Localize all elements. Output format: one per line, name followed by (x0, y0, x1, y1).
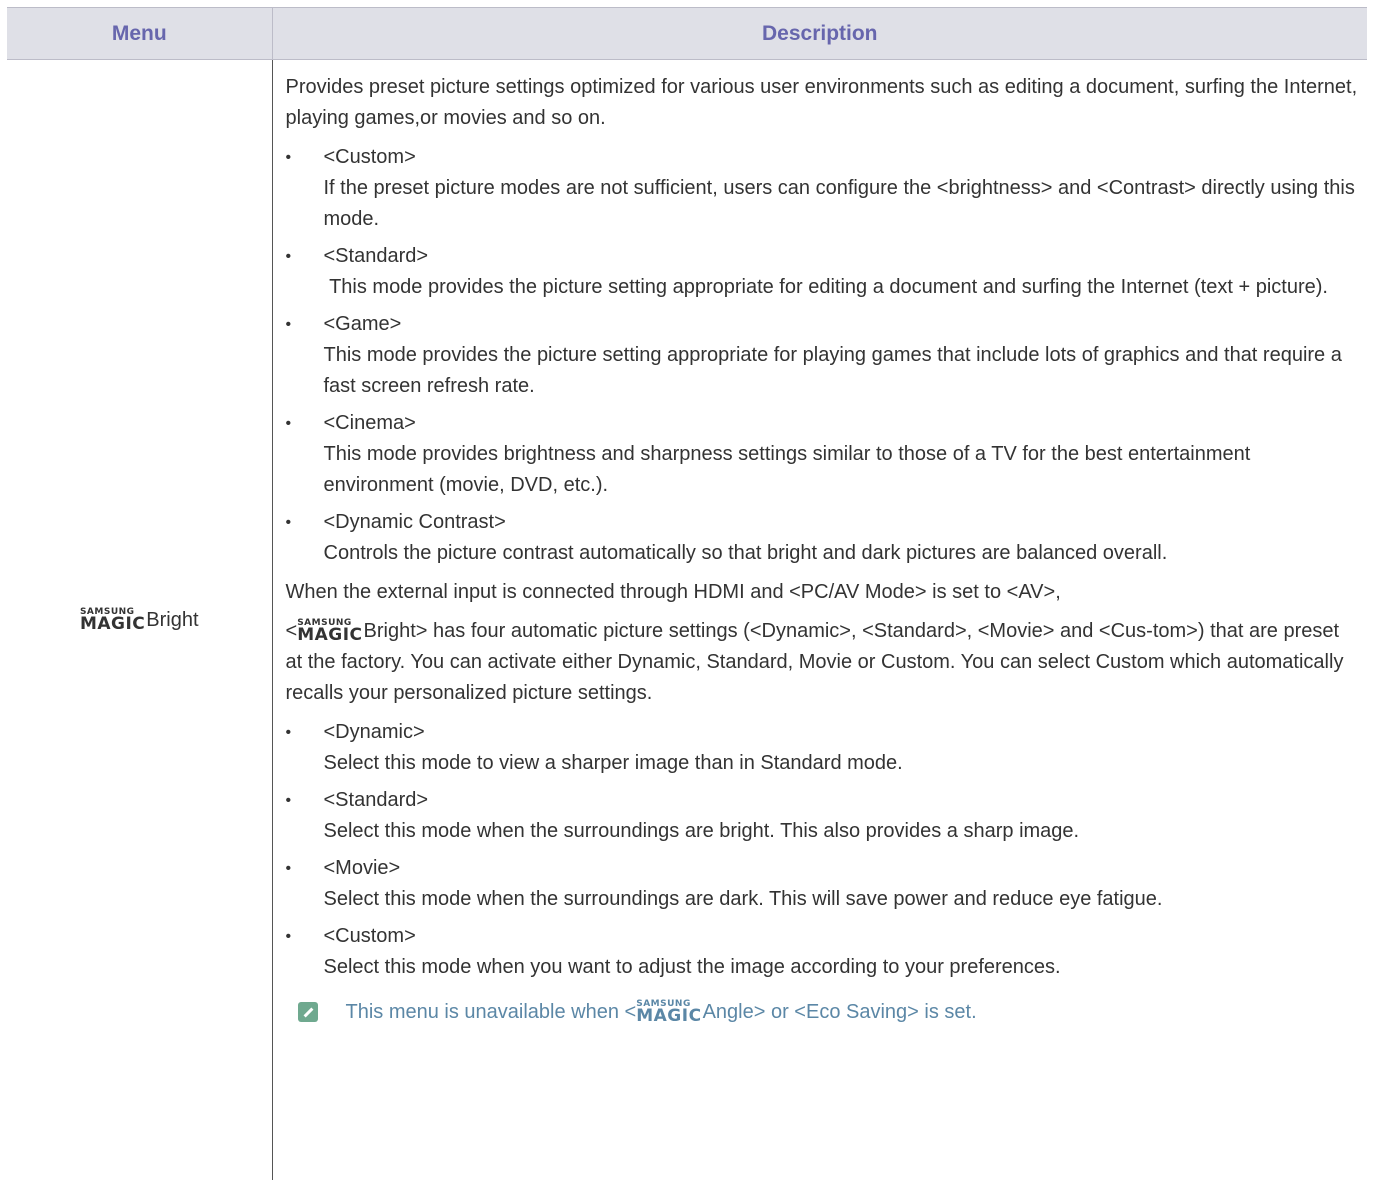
note-paragraph: This menu is unavailable when < SAMSUNG MA… (286, 997, 1362, 1028)
mode-description: Select this mode when the surroundings a… (323, 820, 1080, 842)
mode-description: If the preset picture modes are not suff… (323, 177, 1355, 230)
samsung-magic-logo: SAMSUNG MAGIC (636, 999, 702, 1026)
table-header-row: Menu Description (7, 7, 1367, 60)
intro-paragraph: Provides preset picture settings optimiz… (285, 76, 1358, 129)
bullet-icon: • (285, 792, 292, 809)
bullet-icon: • (285, 514, 292, 531)
list-item: • <Movie> Select this mode when the surr… (286, 853, 1362, 915)
list-item: • <Standard> This mode provides the pict… (286, 241, 1362, 303)
menu-column-header: Menu (7, 7, 273, 60)
manual-page: Menu Description SAMSUNG MAGIC Bright Pr… (0, 0, 1374, 1187)
mode-title: <Dynamic Contrast> (323, 511, 506, 533)
menu-cell: SAMSUNG MAGIC Bright (7, 59, 273, 1180)
list-item: • <Custom> If the preset picture modes a… (286, 142, 1362, 235)
hdmi-paragraph: When the external input is connected thr… (285, 581, 1061, 603)
list-item: • <Cinema> This mode provides brightness… (286, 408, 1362, 501)
bullet-icon: • (285, 724, 292, 741)
mode-description: Controls the picture contrast automatica… (323, 542, 1168, 564)
list-item: • <Standard> Select this mode when the s… (286, 785, 1362, 847)
bullet-icon: • (285, 860, 292, 877)
av-paragraph: < SAMSUNG MAGIC Bright> has four automatic … (285, 618, 1344, 705)
bullet-icon: • (285, 149, 292, 166)
mode-list: • <Custom> If the preset picture modes a… (286, 142, 1362, 569)
list-item: • <Dynamic Contrast> Controls the pictur… (286, 507, 1362, 569)
mode-description: Select this mode to view a sharper image… (323, 752, 903, 774)
menu-name: Bright (146, 608, 199, 631)
bullet-icon: • (285, 248, 292, 265)
mode-title: <Dynamic> (323, 721, 425, 743)
bullet-icon: • (285, 928, 292, 945)
mode-title: <Game> (323, 313, 402, 335)
bullet-icon: • (285, 316, 292, 333)
list-item: • <Dynamic> Select this mode to view a s… (286, 717, 1362, 779)
table-row: SAMSUNG MAGIC Bright Provides preset pic… (7, 59, 1367, 1181)
note-pencil-icon (297, 1002, 318, 1022)
mode-description: This mode provides the picture setting a… (323, 344, 1342, 397)
mode-title: <Standard> (323, 245, 429, 267)
av-mode-list: • <Dynamic> Select this mode to view a s… (286, 717, 1362, 983)
mode-description: This mode provides the picture setting a… (323, 276, 1328, 298)
mode-title: <Cinema> (323, 412, 416, 434)
description-cell: Provides preset picture settings optimiz… (272, 60, 1367, 1181)
mode-description: Select this mode when you want to adjust… (323, 956, 1061, 978)
bullet-icon: • (285, 415, 292, 432)
samsung-magic-logo: SAMSUNG MAGIC (79, 606, 146, 634)
menu-table: Menu Description SAMSUNG MAGIC Bright Pr… (7, 7, 1367, 1180)
mode-title: <Movie> (323, 857, 401, 879)
mode-title: <Standard> (323, 789, 429, 811)
list-item: • <Custom> Select this mode when you wan… (286, 921, 1362, 983)
list-item: • <Game> This mode provides the picture … (286, 309, 1362, 402)
samsung-magic-logo: SAMSUNG MAGIC (297, 618, 363, 645)
mode-description: Select this mode when the surroundings a… (323, 888, 1163, 910)
mode-description: This mode provides brightness and sharpn… (323, 443, 1251, 496)
mode-title: <Custom> (323, 146, 416, 168)
description-column-header: Description (272, 7, 1367, 60)
mode-title: <Custom> (323, 925, 416, 947)
